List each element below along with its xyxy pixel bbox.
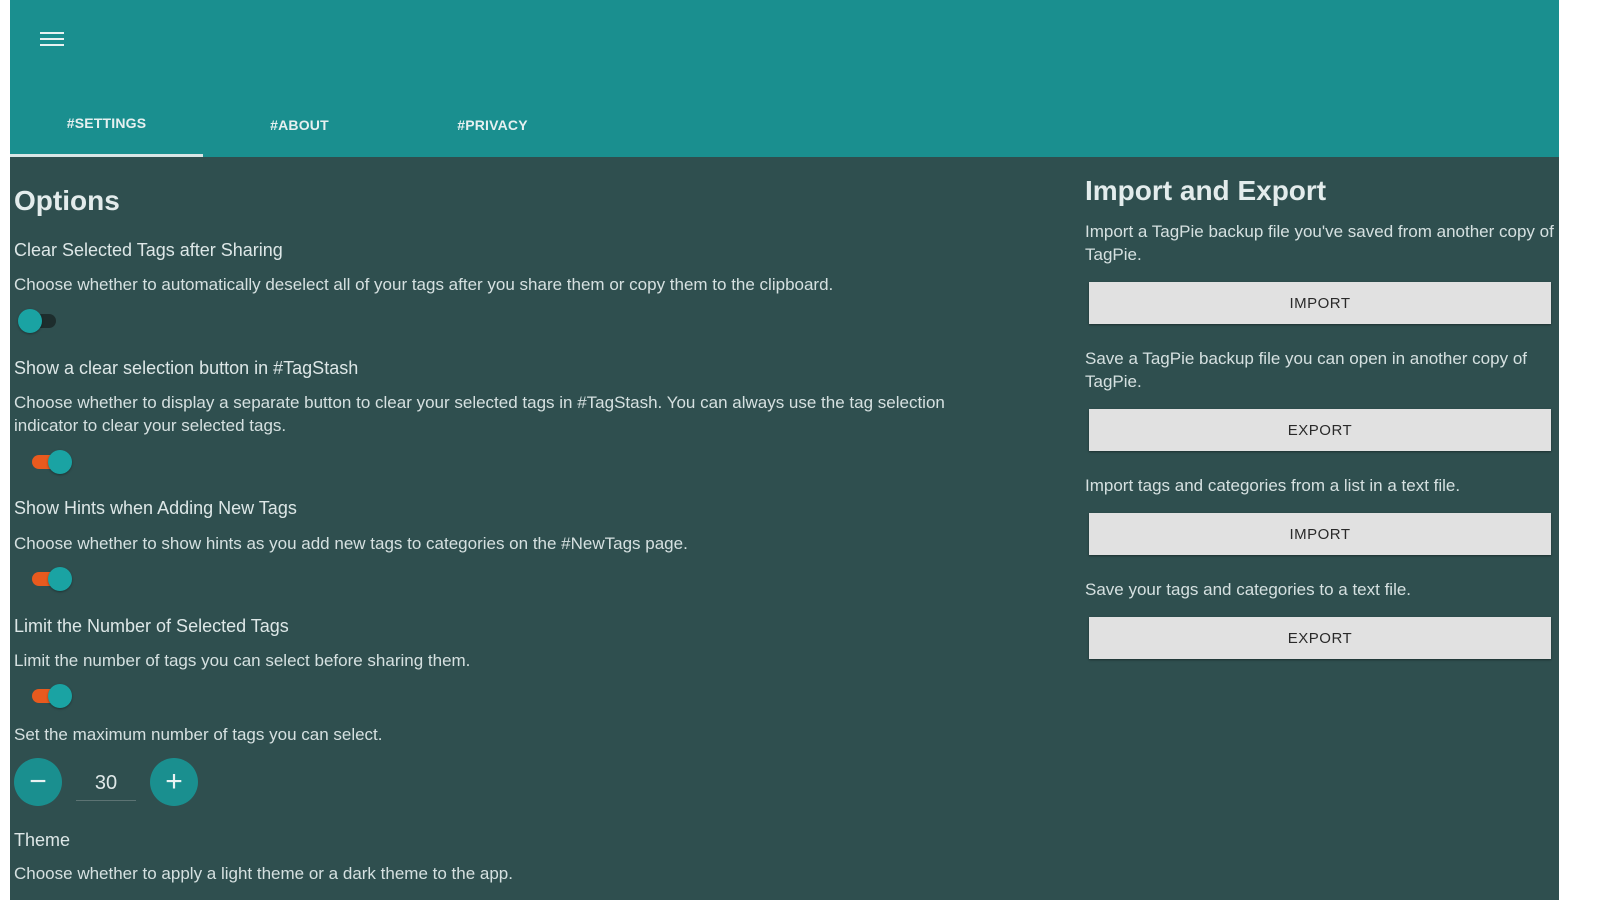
hints-toggle[interactable] [28, 564, 72, 594]
menu-icon[interactable] [36, 24, 68, 54]
clear-selected-toggle[interactable] [18, 306, 62, 336]
export-backup-description: Save a TagPie backup file you can open i… [1085, 349, 1527, 391]
clear-selected-title: Clear Selected Tags after Sharing [14, 240, 283, 260]
app-window: #SETTINGS #ABOUT #PRIVACY Options Clear … [10, 0, 1559, 900]
limit-toggle[interactable] [28, 681, 72, 711]
import-backup-button[interactable]: IMPORT [1089, 282, 1551, 324]
tab-about[interactable]: #ABOUT [203, 96, 396, 157]
export-text-button[interactable]: EXPORT [1089, 617, 1551, 659]
import-text-description: Import tags and categories from a list i… [1085, 476, 1461, 495]
max-tags-label: Set the maximum number of tags you can s… [14, 725, 383, 744]
clear-button-toggle[interactable] [28, 447, 72, 477]
tab-privacy[interactable]: #PRIVACY [396, 96, 589, 157]
hints-title: Show Hints when Adding New Tags [14, 498, 297, 518]
export-backup-button[interactable]: EXPORT [1089, 409, 1551, 451]
tab-settings[interactable]: #SETTINGS [10, 96, 203, 157]
import-text-button[interactable]: IMPORT [1089, 513, 1551, 555]
clear-button-description: Choose whether to display a separate but… [14, 393, 945, 435]
limit-title: Limit the Number of Selected Tags [14, 616, 289, 636]
hints-description: Choose whether to show hints as you add … [14, 534, 688, 553]
import-export-heading: Import and Export [1085, 175, 1327, 206]
minus-icon: − [29, 765, 47, 798]
plus-icon: + [165, 765, 183, 798]
export-text-description: Save your tags and categories to a text … [1085, 580, 1412, 599]
theme-title: Theme [14, 830, 71, 850]
max-tags-value[interactable]: 30 [76, 766, 136, 801]
app-bar: #SETTINGS #ABOUT #PRIVACY [10, 0, 1559, 157]
theme-description: Choose whether to apply a light theme or… [14, 864, 513, 883]
clear-selected-description: Choose whether to automatically deselect… [14, 275, 834, 294]
decrement-button[interactable]: − [14, 758, 62, 806]
increment-button[interactable]: + [150, 758, 198, 806]
import-backup-description: Import a TagPie backup file you've saved… [1085, 222, 1554, 264]
options-heading: Options [14, 185, 120, 216]
limit-description: Limit the number of tags you can select … [14, 651, 471, 670]
clear-button-title: Show a clear selection button in #TagSta… [14, 358, 359, 378]
tab-bar: #SETTINGS #ABOUT #PRIVACY [10, 96, 589, 157]
